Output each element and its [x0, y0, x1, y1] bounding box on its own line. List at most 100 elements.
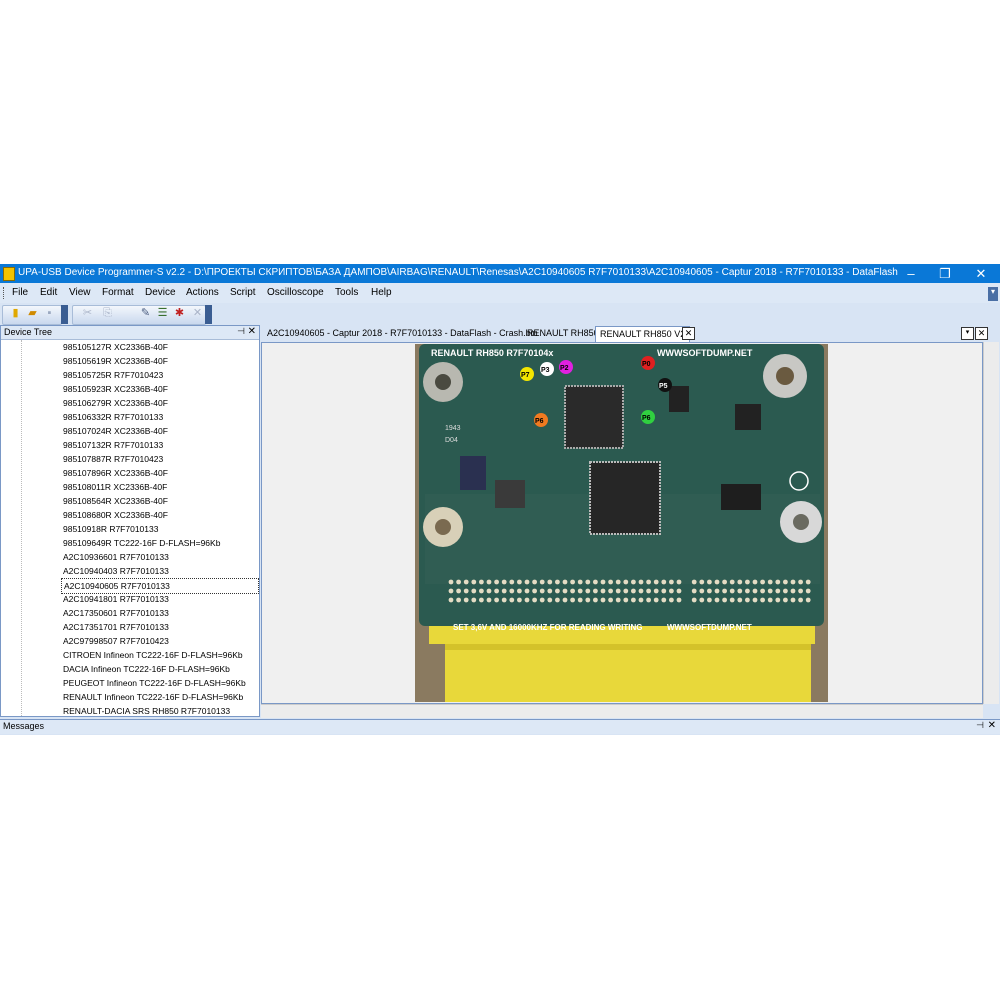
menu-device[interactable]: Device	[145, 287, 176, 298]
pin-hole	[456, 597, 461, 603]
tree-item[interactable]: 985105923R XC2336B-40F	[61, 382, 170, 396]
close-button[interactable]: ✕	[964, 264, 998, 283]
tree-item[interactable]: A2C10940403 R7F7010133	[61, 564, 171, 578]
tree-item[interactable]: A2C10941801 R7F7010133	[61, 592, 171, 606]
pin-hole	[699, 588, 705, 594]
pin-hole	[570, 579, 575, 585]
tree-item[interactable]: PEUGEOT Infineon TC222-16F D-FLASH=96Kb	[61, 676, 248, 690]
tree-item[interactable]: 985109649R TC222-16F D-FLASH=96Kb	[61, 536, 222, 550]
menu-grip[interactable]	[3, 287, 7, 299]
menu-tools[interactable]: Tools	[335, 287, 358, 298]
menu-actions[interactable]: Actions	[186, 287, 219, 298]
menu-view[interactable]: View	[69, 287, 91, 298]
pin-hole	[593, 597, 598, 603]
tree-item[interactable]: 985107132R R7F7010133	[61, 438, 165, 452]
tab-window-close-icon[interactable]: ✕	[975, 327, 988, 340]
svg-text:P2: P2	[560, 365, 569, 372]
edit-icon[interactable]: ✎	[138, 306, 153, 321]
tree-item[interactable]: CITROEN Infineon TC222-16F D-FLASH=96Kb	[61, 648, 245, 662]
transistor	[495, 480, 525, 508]
tree-item[interactable]: 985107024R XC2336B-40F	[61, 424, 170, 438]
pin-hole	[509, 588, 515, 594]
cut-icon[interactable]: ✂	[80, 306, 95, 321]
svg-text:P0: P0	[642, 361, 651, 368]
open-folder-icon[interactable]: ▰	[25, 306, 40, 321]
pin-hole	[570, 588, 575, 594]
pin-hole	[547, 588, 553, 594]
pin-hole	[661, 579, 667, 585]
pin-hole	[486, 597, 492, 603]
menu-help[interactable]: Help	[371, 287, 392, 298]
toolbar-overflow-2[interactable]	[205, 305, 212, 324]
pin-hole	[623, 597, 629, 603]
pin-hole	[562, 597, 568, 603]
copy-icon[interactable]: ⎘	[100, 306, 115, 321]
pin-icon[interactable]: ⊣	[237, 326, 245, 337]
tree-item[interactable]: RENAULT Infineon TC222-16F D-FLASH=96Kb	[61, 690, 245, 704]
menu-file[interactable]: File	[12, 287, 28, 298]
pin-hole	[767, 579, 773, 585]
pin-hole	[524, 597, 530, 603]
pin-hole	[532, 597, 537, 603]
mdi-menu-icon[interactable]: ▾	[988, 287, 998, 301]
vertical-scrollbar[interactable]	[983, 342, 999, 704]
pin-hole	[517, 579, 522, 585]
save-icon[interactable]: ▪	[42, 306, 57, 321]
tab-close-icon[interactable]: ✕	[682, 327, 695, 340]
tab-crash-bin[interactable]: A2C10940605 - Captur 2018 - R7F7010133 -…	[263, 326, 542, 341]
title-bar[interactable]: UPA-USB Device Programmer-S v2.2 - D:\ПР…	[0, 264, 1000, 283]
tree-item[interactable]: A2C17350601 R7F7010133	[61, 606, 171, 620]
stop-icon[interactable]: ✕	[190, 306, 205, 321]
tree-item[interactable]: 985105127R XC2336B-40F	[61, 340, 170, 354]
restore-button[interactable]: ❐	[928, 264, 962, 283]
menu-edit[interactable]: Edit	[40, 287, 57, 298]
device-tree[interactable]: 985105127R XC2336B-40F 985105619R XC2336B…	[1, 340, 259, 716]
script-icon[interactable]: ☰	[155, 306, 170, 321]
tab-renault-rh850[interactable]: RENAULT RH850	[523, 326, 603, 341]
horizontal-scrollbar[interactable]	[261, 704, 983, 718]
tree-item[interactable]: A2C17351701 R7F7010133	[61, 620, 171, 634]
tree-item[interactable]: A2C10936601 R7F7010133	[61, 550, 171, 564]
tree-item[interactable]: 985107896R XC2336B-40F	[61, 466, 170, 480]
tree-item[interactable]: 985105725R R7F7010423	[61, 368, 165, 382]
tree-item[interactable]: 98510918R R7F7010133	[61, 522, 160, 536]
menu-format[interactable]: Format	[102, 287, 134, 298]
tree-item[interactable]: 985106279R XC2336B-40F	[61, 396, 170, 410]
tree-item[interactable]: A2C97998507 R7F7010423	[61, 634, 171, 648]
tree-item[interactable]: 985108011R XC2336B-40F	[61, 480, 169, 494]
tab-renault-rh850-v2[interactable]: RENAULT RH850 V2	[595, 326, 691, 342]
tree-item[interactable]: 985108564R XC2336B-40F	[61, 494, 170, 508]
device-tree-panel: Device Tree ⊣ ✕ 985105127R XC2336B-40F 98…	[0, 325, 260, 717]
tree-item[interactable]: 985107887R R7F7010423	[61, 452, 165, 466]
instruction-text: SET 3,6V AND 16000KHZ FOR READING WRITIN…	[453, 623, 643, 632]
pin-hole	[638, 579, 644, 585]
pin-hole	[752, 588, 758, 594]
tree-item[interactable]: RENAULT-DACIA SRS RH850 R7F7010133	[61, 704, 232, 716]
toolbar-overflow-1[interactable]	[61, 305, 68, 324]
pin-icon[interactable]: ⊣	[976, 720, 984, 731]
close-icon[interactable]: ✕	[248, 326, 256, 337]
close-icon[interactable]: ✕	[988, 720, 996, 731]
pin-hole	[593, 579, 598, 585]
tree-item[interactable]: 985108680R XC2336B-40F	[61, 508, 170, 522]
pin-hole	[775, 588, 781, 594]
pin-hole	[631, 588, 636, 594]
pin-hole	[798, 597, 803, 603]
pin-hole	[760, 588, 765, 594]
menu-script[interactable]: Script	[230, 287, 256, 298]
menu-oscilloscope[interactable]: Oscilloscope	[267, 287, 324, 298]
pin-hole	[615, 579, 621, 585]
tree-item[interactable]: DACIA Infineon TC222-16F D-FLASH=96Kb	[61, 662, 232, 676]
pin-hole	[805, 597, 811, 603]
pin-hole	[517, 588, 522, 594]
new-file-icon[interactable]: ▮	[8, 306, 23, 321]
pin-hole	[577, 597, 583, 603]
svg-text:P5: P5	[659, 383, 668, 390]
bug-icon[interactable]: ✱	[172, 306, 187, 321]
tab-dropdown-icon[interactable]: ▾	[961, 327, 974, 340]
tree-item[interactable]: 985106332R R7F7010133	[61, 410, 165, 424]
tree-item[interactable]: 985105619R XC2336B-40F	[61, 354, 170, 368]
watermark-top: WWWSOFTDUMP.NET	[657, 348, 753, 358]
minimize-button[interactable]: –	[894, 264, 928, 283]
pin-hole	[638, 588, 644, 594]
